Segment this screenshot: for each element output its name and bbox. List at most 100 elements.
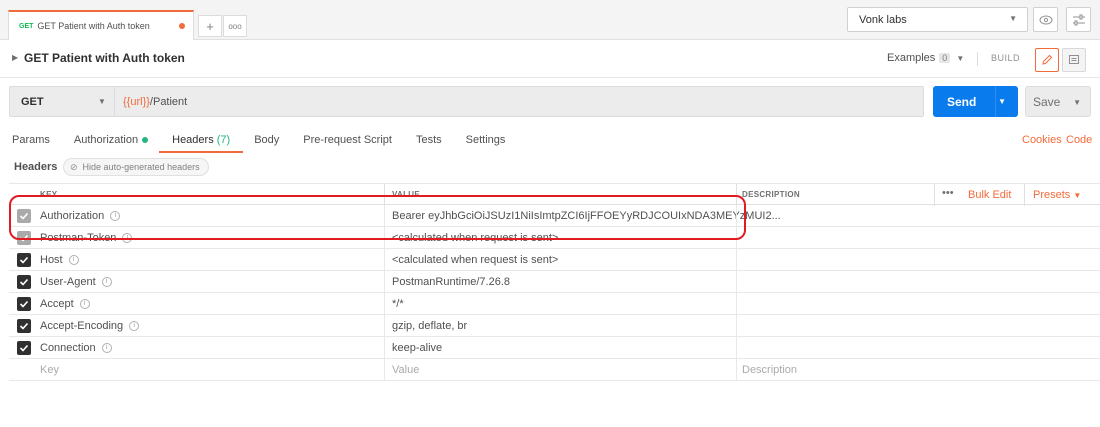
info-icon[interactable]: i	[110, 211, 121, 222]
divider	[736, 315, 737, 337]
table-row: Authorization i Bearer eyJhbGciOiJSUzI1NiI…	[9, 205, 1100, 227]
chevron-down-icon[interactable]: ▼	[1073, 98, 1081, 107]
table-row: Host i <calculated when request is sent>	[9, 249, 1100, 271]
divider	[736, 337, 737, 359]
table-row: User-Agent i PostmanRuntime/7.26.8	[9, 271, 1100, 293]
pencil-icon	[1042, 54, 1053, 65]
new-tab-button[interactable]: +	[198, 15, 222, 37]
header-key-text: User-Agent	[40, 276, 96, 288]
expand-arrow-icon[interactable]: ▶	[12, 53, 18, 62]
build-label[interactable]: BUILD	[991, 53, 1020, 63]
header-key[interactable]: User-Agent i	[40, 276, 112, 288]
tab-authorization[interactable]: Authorization	[73, 134, 149, 154]
header-key[interactable]: Accept i	[40, 298, 90, 310]
request-tabs: Params Authorization Headers (7) Body Pr…	[12, 134, 529, 154]
chevron-down-icon[interactable]: ▼	[98, 97, 106, 106]
request-tab-method: GET	[19, 22, 34, 30]
header-key[interactable]: Accept-Encoding i	[40, 320, 140, 332]
header-key[interactable]: Authorization i	[40, 210, 121, 222]
manage-environments-button[interactable]	[1066, 7, 1091, 32]
divider	[736, 184, 737, 206]
tab-authorization-label: Authorization	[73, 134, 139, 146]
checkbox[interactable]	[17, 209, 31, 223]
send-button[interactable]: Send ▼	[933, 86, 1018, 117]
divider	[977, 52, 978, 66]
check-icon	[19, 212, 29, 220]
save-label: Save	[1033, 94, 1061, 109]
checkbox[interactable]	[17, 341, 31, 355]
chevron-down-icon[interactable]: ▼	[998, 97, 1006, 106]
column-key: KEY	[40, 190, 58, 199]
description-input[interactable]: Description	[742, 364, 797, 376]
header-key[interactable]: Postman-Token i	[40, 232, 133, 244]
header-value[interactable]: */*	[392, 298, 404, 310]
header-key[interactable]: Connection i	[40, 342, 112, 354]
divider	[736, 271, 737, 293]
chevron-down-icon: ▼	[956, 53, 965, 63]
divider	[384, 337, 385, 359]
presets-dropdown[interactable]: Presets ▼	[1033, 189, 1081, 201]
header-value[interactable]: <calculated when request is sent>	[392, 254, 558, 266]
info-icon[interactable]: i	[68, 255, 79, 266]
header-key-text: Accept	[40, 298, 74, 310]
divider	[384, 184, 385, 206]
tab-options-button[interactable]: ooo	[223, 15, 247, 37]
request-tab-name: GET Patient with Auth token	[37, 21, 150, 31]
active-dot-icon	[142, 137, 149, 144]
tab-settings[interactable]: Settings	[466, 134, 506, 154]
header-value[interactable]: PostmanRuntime/7.26.8	[392, 276, 510, 288]
cookies-link[interactable]: Cookies	[1022, 134, 1062, 146]
info-icon[interactable]: i	[79, 299, 90, 310]
check-icon	[19, 278, 29, 286]
tab-params[interactable]: Params	[12, 134, 50, 154]
divider	[384, 359, 385, 381]
url-input[interactable]: {{url}}/Patient	[123, 96, 187, 108]
checkbox[interactable]	[17, 275, 31, 289]
environment-quick-look-button[interactable]	[1033, 7, 1058, 32]
checkbox[interactable]	[17, 253, 31, 267]
comments-button[interactable]	[1062, 48, 1086, 72]
info-icon[interactable]: i	[101, 277, 112, 288]
hide-auto-generated-button[interactable]: ⊘ Hide auto-generated headers	[63, 158, 209, 176]
key-input[interactable]: Key	[40, 364, 59, 376]
info-icon[interactable]: i	[129, 321, 140, 332]
tab-headers[interactable]: Headers (7)	[159, 134, 244, 154]
environment-name: Vonk labs	[859, 13, 907, 26]
checkbox[interactable]	[17, 297, 31, 311]
table-row: Connection i keep-alive	[9, 337, 1100, 359]
header-key-text: Connection	[40, 342, 96, 354]
eye-icon	[1039, 15, 1052, 24]
checkbox[interactable]	[17, 319, 31, 333]
header-value[interactable]: Bearer eyJhbGciOiJSUzI1NiIsImtpZCI6IjFFO…	[392, 210, 781, 222]
environment-select[interactable]: Vonk labs ▼	[847, 7, 1028, 32]
tab-prerequest-script[interactable]: Pre-request Script	[303, 134, 392, 154]
bulk-edit-link[interactable]: Bulk Edit	[968, 189, 1011, 201]
info-icon[interactable]: i	[101, 343, 112, 354]
code-link[interactable]: Code	[1066, 134, 1092, 146]
comment-icon	[1069, 55, 1079, 64]
method-select[interactable]: GET	[21, 96, 44, 108]
table-options-icon[interactable]: •••	[942, 187, 954, 199]
url-bar: GET ▼ {{url}}/Patient	[9, 86, 924, 117]
check-icon	[19, 256, 29, 264]
value-input[interactable]: Value	[392, 364, 419, 376]
request-tab[interactable]: GET GET Patient with Auth token	[8, 10, 194, 40]
presets-label: Presets	[1033, 189, 1071, 201]
header-value[interactable]: keep-alive	[392, 342, 442, 354]
info-icon[interactable]: i	[122, 233, 133, 244]
table-row: Accept i */*	[9, 293, 1100, 315]
header-value[interactable]: gzip, deflate, br	[392, 320, 467, 332]
examples-dropdown[interactable]: Examples 0 ▼	[887, 52, 964, 64]
sliders-icon	[1072, 14, 1085, 25]
tab-tests[interactable]: Tests	[416, 134, 442, 154]
header-key[interactable]: Host i	[40, 254, 79, 266]
table-row: Accept-Encoding i gzip, deflate, br	[9, 315, 1100, 337]
table-header: KEY VALUE DESCRIPTION ••• Bulk Edit Pres…	[9, 183, 1100, 206]
checkbox[interactable]	[17, 231, 31, 245]
save-button[interactable]: Save ▼	[1025, 86, 1091, 117]
edit-button[interactable]	[1035, 48, 1059, 72]
divider	[384, 271, 385, 293]
header-key-text: Host	[40, 254, 63, 266]
header-value[interactable]: <calculated when request is sent>	[392, 232, 558, 244]
tab-body[interactable]: Body	[254, 134, 279, 154]
